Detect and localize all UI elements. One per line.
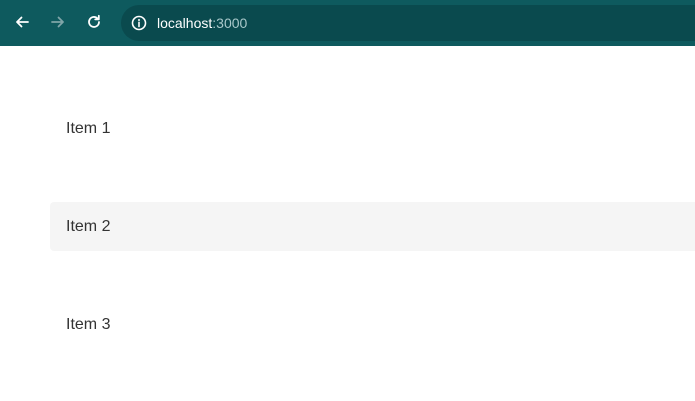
list-item[interactable]: Item 3 — [50, 300, 695, 349]
url-host: localhost — [157, 15, 213, 31]
list-item-label: Item 2 — [66, 217, 111, 235]
back-button[interactable] — [7, 7, 37, 37]
list-item-label: Item 1 — [66, 119, 111, 137]
arrow-right-icon — [51, 16, 64, 28]
reload-icon — [88, 14, 100, 28]
reload-button[interactable] — [79, 7, 109, 37]
list-item-label: Item 3 — [66, 315, 111, 333]
list-item[interactable]: Item 1 — [50, 104, 695, 153]
page-content: Item 1 Item 2 Item 3 — [0, 46, 695, 401]
forward-button[interactable] — [43, 7, 73, 37]
url-text: localhost:3000 — [157, 15, 247, 31]
list-item-highlighted[interactable]: Item 2 — [50, 202, 695, 251]
info-icon — [131, 15, 147, 31]
browser-toolbar: localhost:3000 — [0, 0, 695, 46]
url-port: :3000 — [212, 15, 248, 31]
address-bar[interactable]: localhost:3000 — [121, 5, 695, 41]
site-info-button[interactable] — [129, 13, 149, 33]
arrow-left-icon — [16, 16, 29, 28]
